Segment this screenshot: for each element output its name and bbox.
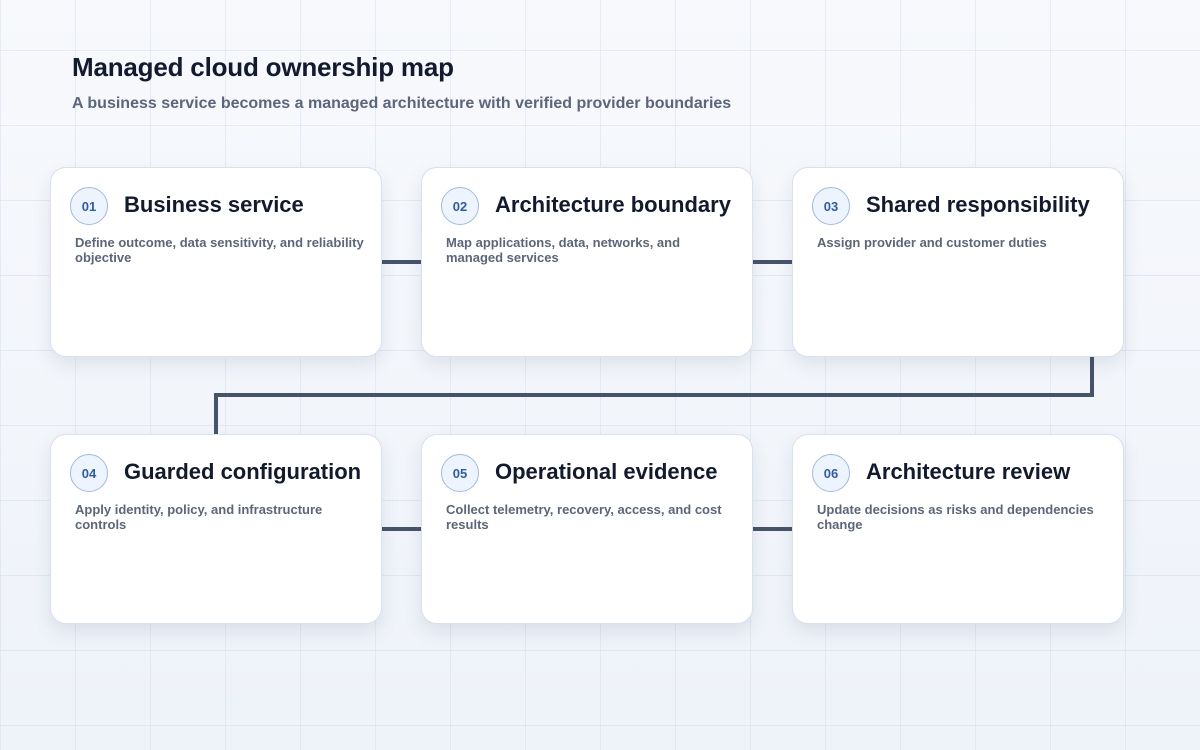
step-number-badge: 03 <box>812 187 850 225</box>
step-title: Architecture boundary <box>495 192 731 217</box>
step-number-badge: 06 <box>812 454 850 492</box>
step-description: Apply identity, policy, and infrastructu… <box>75 502 323 532</box>
step-number-badge: 02 <box>441 187 479 225</box>
step-description: Update decisions as risks and dependenci… <box>817 502 1094 532</box>
flow-connectors <box>214 260 1094 531</box>
connector-03-04 <box>214 357 1094 435</box>
step-card-architecture-boundary: 02 Architecture boundary Map application… <box>421 167 753 357</box>
step-card-business-service: 01 Business service Define outcome, data… <box>50 167 382 357</box>
step-card-operational-evidence: 05 Operational evidence Collect telemetr… <box>421 434 753 624</box>
step-title: Guarded configuration <box>124 459 362 484</box>
step-description: Assign provider and customer duties <box>817 235 1047 250</box>
step-number-badge: 01 <box>70 187 108 225</box>
step-title: Operational evidence <box>495 459 718 484</box>
step-title: Business service <box>124 192 304 217</box>
step-card-architecture-review: 06 Architecture review Update decisions … <box>792 434 1124 624</box>
step-description: Define outcome, data sensitivity, and re… <box>75 235 364 265</box>
step-number-badge: 04 <box>70 454 108 492</box>
step-number-badge: 05 <box>441 454 479 492</box>
step-card-shared-responsibility: 03 Shared responsibility Assign provider… <box>792 167 1124 357</box>
step-card-guarded-configuration: 04 Guarded configuration Apply identity,… <box>50 434 382 624</box>
step-description: Collect telemetry, recovery, access, and… <box>446 502 722 532</box>
step-description: Map applications, data, networks, and ma… <box>446 235 681 265</box>
step-title: Architecture review <box>866 459 1071 484</box>
step-title: Shared responsibility <box>866 192 1090 217</box>
